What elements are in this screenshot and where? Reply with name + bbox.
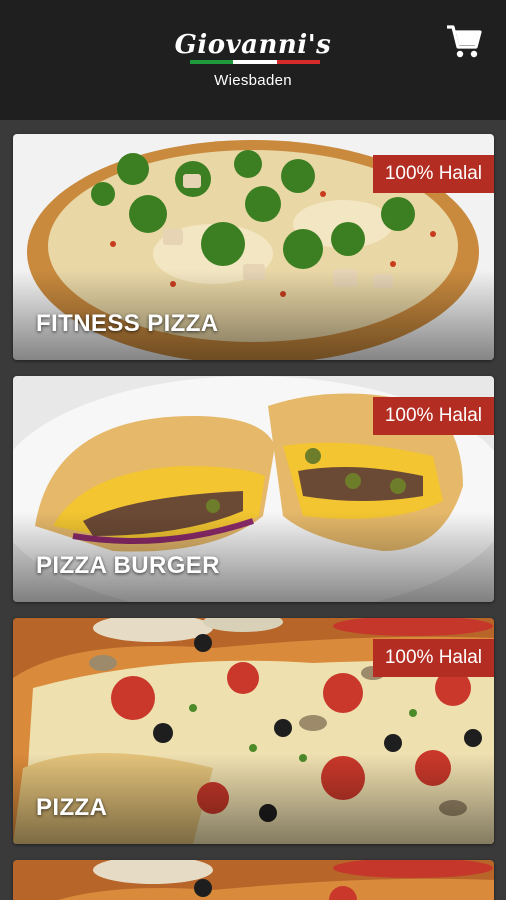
logo-city: Wiesbaden xyxy=(214,72,292,89)
halal-badge: 100% Halal xyxy=(372,155,494,193)
shopping-cart-icon[interactable] xyxy=(446,22,482,60)
category-card-pizza[interactable]: 100% Halal PIZZA xyxy=(13,618,494,844)
halal-badge: 100% Halal xyxy=(372,639,494,677)
category-title: PIZZA BURGER xyxy=(36,552,220,579)
halal-badge: 100% Halal xyxy=(372,397,494,435)
logo-text: Giovanni's xyxy=(174,30,332,60)
category-title: PIZZA xyxy=(36,794,108,821)
category-card-partial[interactable] xyxy=(13,860,494,900)
brand-logo[interactable]: Giovanni's Wiesbaden xyxy=(150,30,356,94)
category-card-fitness-pizza[interactable]: 100% Halal FITNESS PIZZA xyxy=(13,134,494,360)
category-title: FITNESS PIZZA xyxy=(36,310,219,337)
category-list[interactable]: 100% Halal FITNESS PIZZA 100% Halal PIZZ… xyxy=(0,120,506,900)
pizza-image-partial xyxy=(13,860,494,900)
italian-flag-stripe xyxy=(190,60,320,64)
category-card-pizza-burger[interactable]: 100% Halal PIZZA BURGER xyxy=(13,376,494,602)
app-header: Giovanni's Wiesbaden xyxy=(0,0,506,120)
